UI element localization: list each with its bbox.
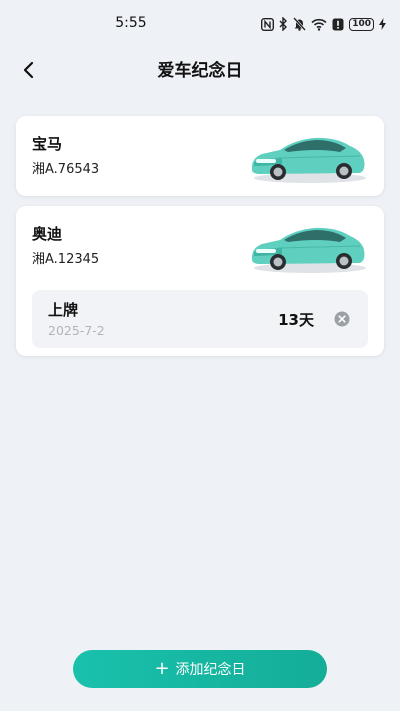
car-name: 宝马 [32, 135, 63, 153]
close-circle-icon[interactable] [334, 311, 350, 327]
status-icons: 100 [261, 16, 386, 32]
status-bar: 5:55 100 [0, 0, 400, 48]
car-plate: 湘A.76543 [32, 162, 100, 177]
bluetooth-icon [279, 17, 288, 31]
anniversary-name: 上牌 [48, 301, 79, 319]
car-name: 奥迪 [32, 225, 63, 243]
anniversary-days: 13天 [278, 311, 314, 329]
alert-icon [332, 18, 344, 31]
car-plate: 湘A.12345 [32, 252, 100, 267]
mute-icon [293, 17, 307, 31]
add-anniversary-label: 添加纪念日 [175, 662, 246, 678]
nfc-icon [261, 17, 275, 31]
car-illustration [251, 137, 366, 183]
status-time: 5:55 [115, 15, 147, 31]
car-card[interactable]: 奥迪 湘A.12345 上牌 2025-7-2 13天 [16, 206, 384, 356]
nav-bar: 爱车纪念日 [0, 48, 400, 90]
anniversary-date: 2025-7-2 [48, 323, 105, 338]
car-illustration [251, 227, 366, 273]
plus-icon: + [154, 658, 170, 679]
add-anniversary-button[interactable]: + 添加纪念日 [73, 650, 327, 688]
page-title: 爱车纪念日 [157, 61, 243, 81]
wifi-icon [311, 18, 327, 31]
anniversary-item[interactable]: 上牌 2025-7-2 13天 [32, 290, 368, 348]
car-card[interactable]: 宝马 湘A.76543 [16, 116, 384, 196]
charging-icon [379, 18, 386, 30]
battery-icon: 100 [349, 17, 374, 31]
